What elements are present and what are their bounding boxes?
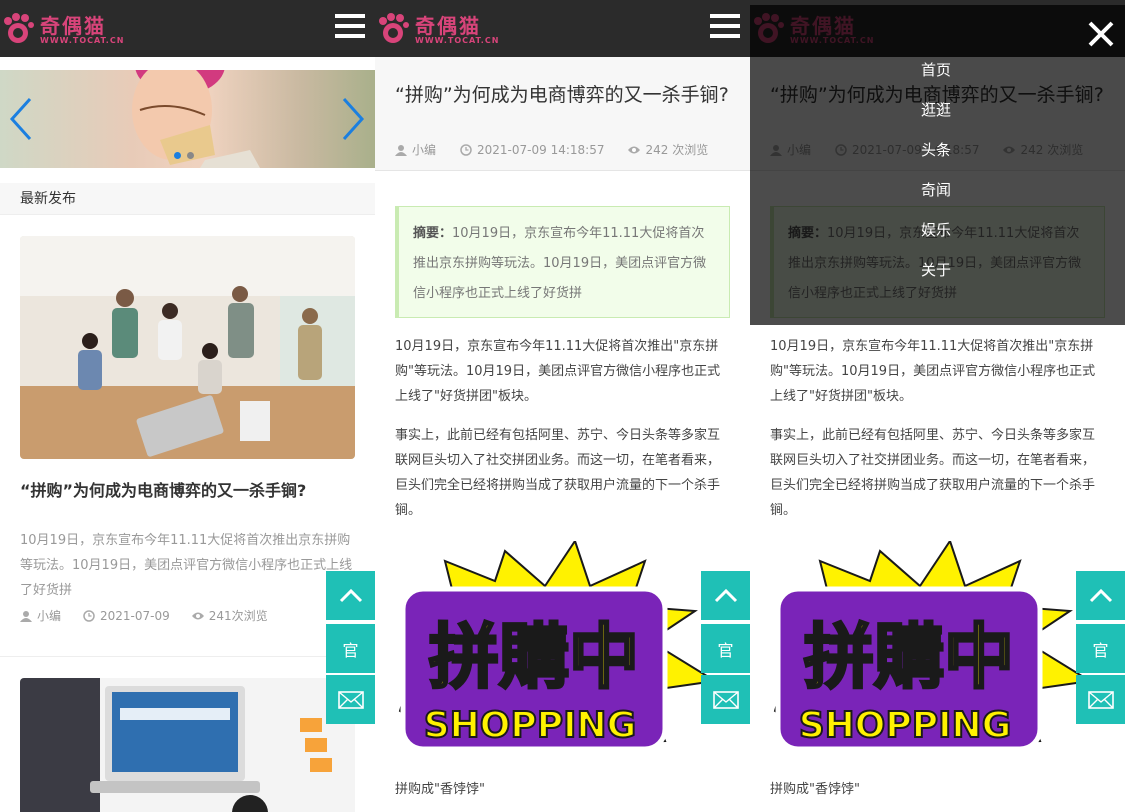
office-photo [20,236,355,459]
header: 奇偶猫 WWW.TOCAT.CN [375,0,750,57]
mail-icon [337,690,364,709]
article-views-text: 242 次浏览 [645,143,709,157]
official-site-button[interactable]: 官 [1076,624,1125,673]
slider-next-icon[interactable] [340,96,366,142]
logo-brand: 奇偶猫 [40,14,106,38]
article-paragraph: 事实上，此前已经有包括阿里、苏宁、今日头条等多家互联网巨头切入了社交拼团业务。而… [770,428,1096,518]
mail-button[interactable] [701,675,750,724]
article-paragraph: 10月19日，京东宣布今年11.11大促将首次推出"京东拼购"等玩法。10月19… [395,339,721,404]
article-datetime-text: 2021-07-09 14:18:57 [477,142,605,157]
paw-logo-icon [4,13,34,43]
menu-hamburger-icon[interactable] [710,14,740,42]
home-screen: 奇偶猫 WWW.TOCAT.CN 最新发布 “拼购”为何成为电商博弈的又一杀手锏… [0,0,375,812]
article-datetime: 2021-07-09 14:18:57 [460,141,604,158]
paw-logo-icon [379,13,409,43]
chevron-up-icon [339,588,362,602]
post-date: 2021-07-09 [83,607,170,624]
shopping-badge-image: 拼購中 SHOPPING [398,541,718,752]
post-author-name: 小编 [37,609,62,623]
slider-prev-icon[interactable] [8,96,34,142]
post-date-text: 2021-07-09 [100,608,170,623]
summary-label: 摘要： [413,226,453,241]
header: 奇偶猫 WWW.TOCAT.CN [0,0,375,57]
shopping-badge-image: 拼購中 SHOPPING [773,541,1093,752]
summary-text: 10月19日，京东宣布今年11.11大促将首次推出京东拼购等玩法。10月19日，… [413,226,707,301]
user-icon [20,610,32,622]
slider-dot-active[interactable] [174,152,181,159]
article-screen: 奇偶猫 WWW.TOCAT.CN “拼购”为何成为电商博弈的又一杀手锏? 小编 … [375,0,750,812]
nav-menu: 首页 逛逛 头条 奇闻 娱乐 关于 [921,60,951,300]
article-screen-menu-open: 奇偶猫 WWW.TOCAT.CN “拼购”为何成为电商博弈的又一杀手锏? 小编 … [750,0,1125,812]
back-to-top-button[interactable] [326,571,375,620]
image-caption: 拼购成"香饽饽" [395,782,485,797]
post-summary: 10月19日，京东宣布今年11.11大促将首次推出京东拼购等玩法。10月19日，… [20,533,353,598]
article-paragraph: 事实上，此前已经有包括阿里、苏宁、今日头条等多家互联网巨头切入了社交拼团业务。而… [395,428,721,518]
article-title: “拼购”为何成为电商博弈的又一杀手锏? [395,84,729,106]
section-title: 最新发布 [0,183,375,215]
logo-url: WWW.TOCAT.CN [415,36,500,45]
chevron-up-icon [714,588,737,602]
back-to-top-button[interactable] [701,571,750,620]
divider [0,656,375,657]
badge-sub-text: SHOPPING [424,705,637,746]
article-views: 242 次浏览 [628,141,708,158]
post-views-text: 241次浏览 [208,609,268,623]
logo[interactable]: 奇偶猫 WWW.TOCAT.CN [2,10,123,50]
nav-item-headlines[interactable]: 头条 [921,140,951,180]
article-author: 小编 [395,141,436,158]
clock-icon [460,143,472,156]
eye-icon [628,146,641,153]
official-site-button[interactable]: 官 [701,624,750,673]
slider-dot[interactable] [187,152,194,159]
article-paragraph: 10月19日，京东宣布今年11.11大促将首次推出"京东拼购"等玩法。10月19… [770,339,1096,404]
article-header: “拼购”为何成为电商博弈的又一杀手锏? 小编 2021-07-09 14:18:… [375,57,750,171]
nav-menu-overlay: 首页 逛逛 头条 奇闻 娱乐 关于 [750,5,1125,325]
clock-icon [83,609,95,622]
post-author: 小编 [20,607,61,624]
article-author-name: 小编 [412,143,437,157]
close-icon[interactable] [1086,19,1116,49]
post-thumbnail[interactable] [20,236,355,459]
badge-main-text: 拼購中 [804,616,1014,698]
image-caption: 拼购成"香饽饽" [770,782,860,797]
mail-button[interactable] [326,675,375,724]
nav-item-about[interactable]: 关于 [921,260,951,300]
user-icon [395,144,407,156]
mail-icon [712,690,739,709]
logo[interactable]: 奇偶猫 WWW.TOCAT.CN [377,10,498,50]
logo-url: WWW.TOCAT.CN [40,36,125,45]
badge-sub-text: SHOPPING [799,705,1012,746]
mail-icon [1087,690,1114,709]
post-title[interactable]: “拼购”为何成为电商博弈的又一杀手锏? [20,478,320,503]
chevron-up-icon [1089,588,1112,602]
article-meta: 小编 2021-07-09 14:18:57 242 次浏览 [395,141,708,158]
post-meta: 小编 2021-07-09 241次浏览 [20,607,268,624]
menu-hamburger-icon[interactable] [335,14,365,42]
nav-item-entertainment[interactable]: 娱乐 [921,220,951,260]
post-thumbnail[interactable] [20,678,355,812]
nav-item-home[interactable]: 首页 [921,60,951,100]
screenshot: 奇偶猫 WWW.TOCAT.CN 最新发布 “拼购”为何成为电商博弈的又一杀手锏… [0,0,1125,812]
badge-main-text: 拼購中 [429,616,639,698]
article-summary: 摘要：10月19日，京东宣布今年11.11大促将首次推出京东拼购等玩法。10月1… [395,206,730,318]
logo-brand: 奇偶猫 [415,14,481,38]
slider-pagination [174,144,200,163]
official-site-button[interactable]: 官 [326,624,375,673]
mail-button[interactable] [1076,675,1125,724]
nav-item-browse[interactable]: 逛逛 [921,100,951,140]
post-views: 241次浏览 [191,607,268,624]
nav-item-oddities[interactable]: 奇闻 [921,180,951,220]
back-to-top-button[interactable] [1076,571,1125,620]
laptop-photo [20,678,355,812]
eye-icon [191,612,204,619]
